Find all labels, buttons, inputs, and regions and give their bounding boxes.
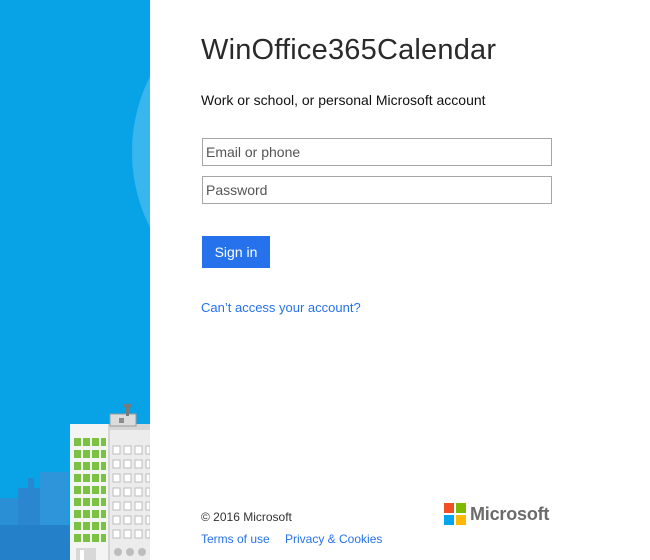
decorative-circle: [132, 76, 150, 228]
sign-in-panel: WinOffice365Calendar Work or school, or …: [201, 0, 621, 560]
side-illustration-panel: [0, 0, 150, 560]
app-title: WinOffice365Calendar: [201, 34, 497, 66]
cant-access-account-link[interactable]: Can’t access your account?: [201, 300, 361, 315]
terms-of-use-link[interactable]: Terms of use: [201, 532, 270, 546]
sign-in-button[interactable]: Sign in: [202, 236, 270, 268]
account-type-subtitle: Work or school, or personal Microsoft ac…: [201, 92, 486, 108]
microsoft-logo: Microsoft: [444, 503, 549, 525]
email-input[interactable]: [202, 138, 552, 166]
password-input[interactable]: [202, 176, 552, 204]
microsoft-wordmark: Microsoft: [470, 503, 550, 524]
copyright-text: © 2016 Microsoft: [201, 510, 292, 524]
microsoft-logo-icon: [444, 503, 466, 525]
privacy-cookies-link[interactable]: Privacy & Cookies: [285, 532, 382, 546]
city-skyline-illustration: [0, 76, 150, 560]
